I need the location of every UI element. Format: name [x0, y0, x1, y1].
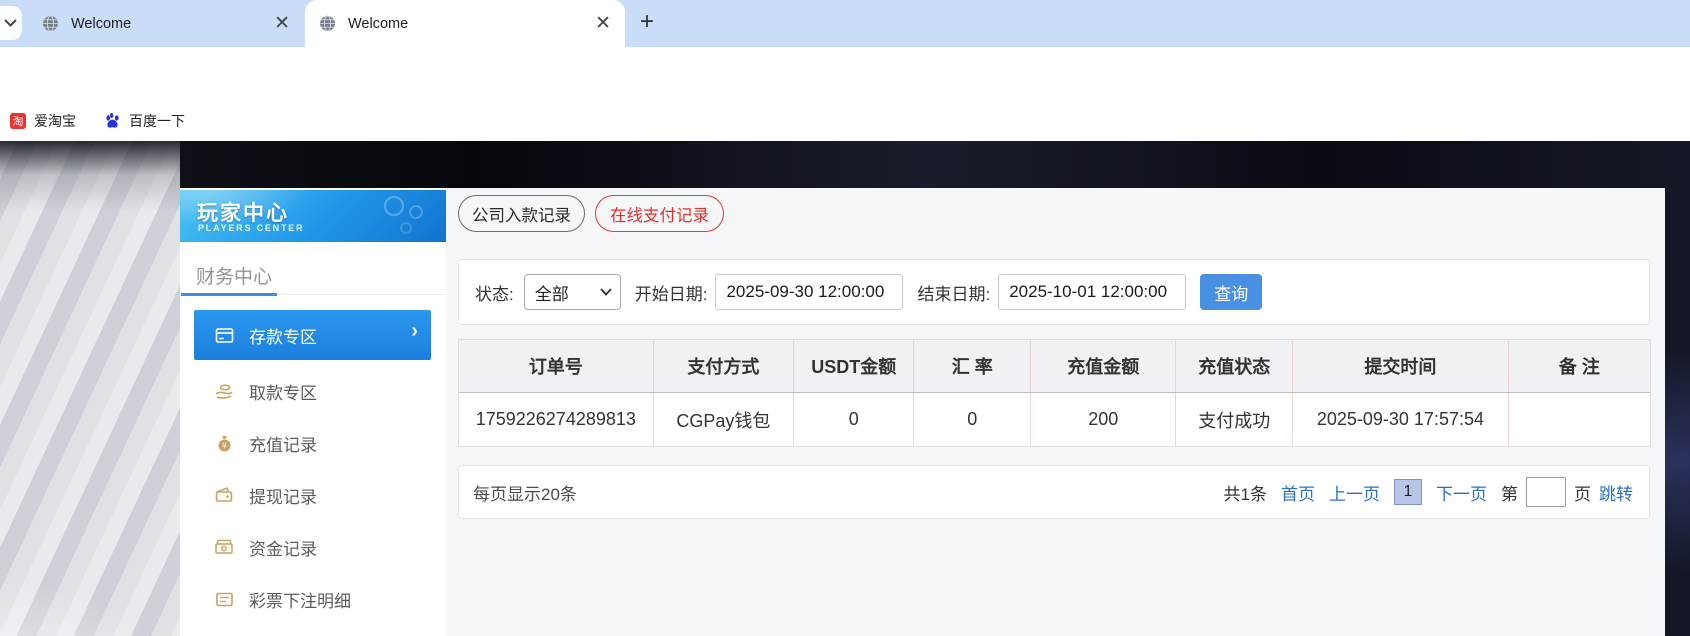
current-page-indicator: 1	[1394, 479, 1422, 505]
chevron-right-icon: ›	[411, 320, 418, 342]
cell-remark	[1507, 392, 1650, 446]
sidebar-item-withdrawal-records[interactable]: 提现记录	[180, 470, 446, 520]
sidebar-item-recharge-records[interactable]: ¥ 充值记录	[180, 418, 446, 468]
taobao-icon: 淘	[10, 112, 26, 129]
tab-online-payment-records[interactable]: 在线支付记录	[595, 195, 724, 232]
cell-recharge-amount: 200	[1030, 392, 1176, 446]
next-page-link[interactable]: 下一页	[1436, 480, 1487, 505]
sidebar-item-withdraw-zone[interactable]: 取款专区	[180, 366, 446, 416]
baidu-paw-icon	[106, 112, 119, 128]
jump-prefix-text: 第	[1501, 484, 1518, 504]
sidebar-item-room-bet-records[interactable]: 房间投注记录	[180, 620, 446, 636]
tab-label: 公司入款记录	[472, 206, 571, 225]
cell-order-id: 1759226274289813	[459, 392, 654, 446]
col-remark: 备 注	[1507, 340, 1650, 393]
status-select-value: 全部	[534, 284, 569, 304]
prev-page-link[interactable]: 上一页	[1329, 480, 1380, 505]
browser-tab-2-active[interactable]: Welcome ✕	[305, 0, 625, 47]
jump-suffix-text: 页	[1574, 484, 1591, 504]
cash-icon	[214, 537, 234, 557]
wallet-icon	[214, 485, 234, 505]
pagination-bar: 每页显示20条 共1条 首页 上一页 1 下一页 第 页 跳转	[458, 465, 1650, 519]
sidebar-item-label: 充值记录	[249, 435, 317, 455]
status-select[interactable]: 全部	[523, 274, 621, 310]
col-usdt-amount: USDT金额	[793, 340, 914, 393]
brand-subtitle: PLAYERS CENTER	[198, 223, 305, 233]
jump-go-link[interactable]: 跳转	[1599, 480, 1633, 505]
globe-favicon-icon	[43, 15, 58, 32]
sidebar-item-funds-records[interactable]: 资金记录	[180, 522, 446, 572]
tab-title: Welcome	[71, 15, 132, 32]
sidebar-brand-banner: 玩家中心 PLAYERS CENTER	[180, 190, 446, 242]
sidebar-item-label: 房间投注记录	[249, 633, 351, 636]
sidebar-item-label: 彩票下注明细	[249, 591, 351, 611]
browser-tab-strip: Welcome ✕ Welcome ✕ +	[0, 0, 1690, 47]
end-date-input[interactable]	[998, 274, 1187, 310]
sidebar-section-title: 财务中心	[196, 267, 273, 288]
tab-title: Welcome	[348, 15, 409, 32]
sidebar-item-label: 存款专区	[249, 327, 317, 347]
status-label: 状态:	[475, 284, 514, 304]
total-count-text: 共1条	[1223, 484, 1267, 504]
tab-label: 在线支付记录	[610, 206, 709, 225]
tab-close-icon[interactable]: ✕	[274, 14, 290, 33]
chevron-down-icon	[4, 19, 17, 27]
gamepad-watermark-icon	[384, 196, 423, 234]
bookmark-baidu[interactable]: 百度一下	[104, 111, 185, 131]
col-order-id: 订单号	[459, 340, 654, 393]
filter-bar: 状态: 全部 开始日期: 结束日期: 查询	[458, 259, 1650, 325]
cell-rate: 0	[913, 392, 1031, 446]
bookmark-aitaobao[interactable]: 淘 爱淘宝	[10, 111, 76, 131]
deposit-card-icon	[214, 325, 234, 345]
list-icon	[214, 589, 234, 609]
sidebar-item-label: 取款专区	[249, 383, 317, 403]
new-tab-button[interactable]: +	[640, 10, 654, 34]
start-date-label: 开始日期:	[634, 284, 708, 304]
col-pay-method: 支付方式	[652, 340, 794, 393]
sidebar-item-lottery-bet-detail[interactable]: 彩票下注明细	[180, 574, 446, 624]
col-recharge-status: 充值状态	[1175, 340, 1293, 393]
tab-close-icon[interactable]: ✕	[595, 14, 611, 33]
page-left-blur-background	[0, 141, 180, 636]
tab-company-deposit-records[interactable]: 公司入款记录	[458, 195, 585, 232]
col-submit-time: 提交时间	[1292, 340, 1509, 393]
cell-pay-method: CGPay钱包	[652, 392, 794, 446]
first-page-link[interactable]: 首页	[1281, 480, 1315, 505]
money-bag-icon: ¥	[214, 433, 234, 453]
browser-toolbar: ← → ↻ ⌂ js13.cc/hhcp/usercenter.html?ini…	[0, 47, 1690, 145]
page-jump-input[interactable]	[1526, 477, 1566, 507]
records-table: 订单号 支付方式 USDT金额 汇 率 充值金额 充值状态 提交时间 备 注 1…	[458, 339, 1651, 447]
cell-recharge-status: 支付成功	[1175, 392, 1293, 446]
sidebar: 玩家中心 PLAYERS CENTER 财务中心 存款专区 › 取款专区 ¥ 充…	[180, 188, 446, 636]
page-size-text: 每页显示20条	[473, 484, 577, 504]
start-date-input[interactable]	[715, 274, 904, 310]
search-button[interactable]: 查询	[1200, 274, 1263, 310]
tab-search-button[interactable]	[0, 6, 22, 40]
sidebar-item-label: 提现记录	[249, 487, 317, 507]
browser-tab-1[interactable]: Welcome ✕	[28, 0, 304, 47]
col-rate: 汇 率	[913, 340, 1031, 393]
table-header-row: 订单号 支付方式 USDT金额 汇 率 充值金额 充值状态 提交时间 备 注	[459, 340, 1650, 393]
table-row: 1759226274289813 CGPay钱包 0 0 200 支付成功 20…	[459, 392, 1650, 446]
sidebar-divider-accent	[181, 293, 277, 296]
cell-usdt-amount: 0	[793, 392, 914, 446]
hand-money-icon	[214, 381, 234, 401]
col-recharge-amount: 充值金额	[1030, 340, 1176, 393]
bookmark-label: 爱淘宝	[34, 112, 76, 129]
chevron-down-icon	[600, 288, 612, 296]
bookmarks-bar: 淘 爱淘宝 百度一下	[0, 100, 1690, 142]
bookmark-label: 百度一下	[129, 112, 185, 129]
globe-favicon-icon	[320, 15, 335, 32]
end-date-label: 结束日期:	[917, 284, 991, 304]
svg-text:¥: ¥	[221, 441, 227, 450]
sidebar-item-deposit-zone[interactable]: 存款专区 ›	[194, 310, 431, 360]
cell-submit-time: 2025-09-30 17:57:54	[1292, 392, 1509, 446]
sidebar-item-label: 资金记录	[249, 539, 317, 559]
